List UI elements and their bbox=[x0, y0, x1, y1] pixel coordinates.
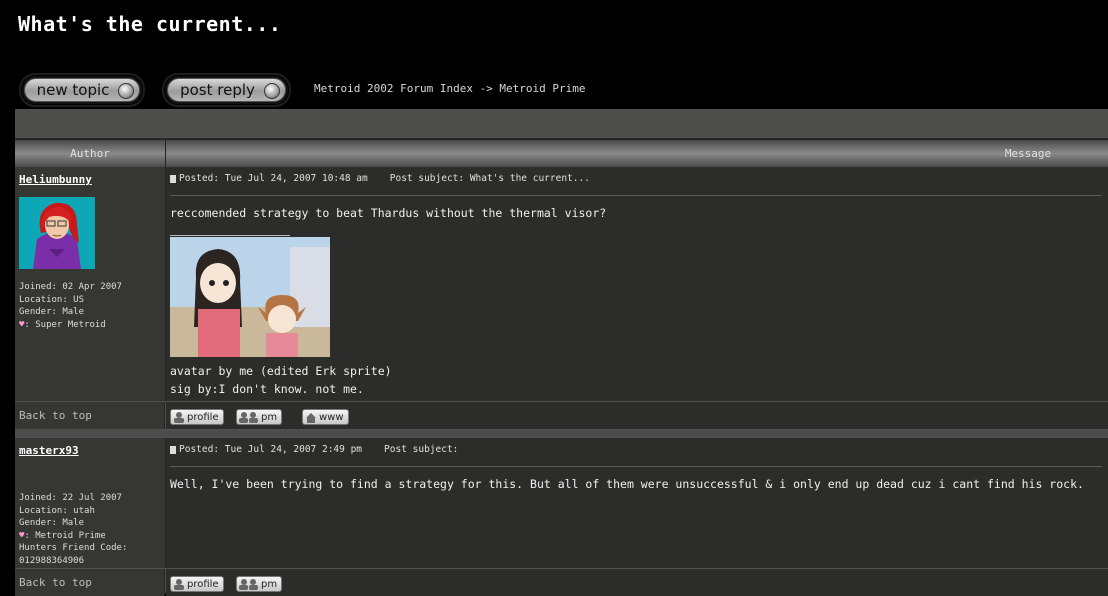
back-to-top-link[interactable]: Back to top bbox=[15, 402, 165, 429]
signature-line-1: avatar by me (edited Erk sprite) bbox=[170, 364, 392, 378]
www-button[interactable]: www bbox=[302, 409, 349, 425]
gender: Gender: Male bbox=[19, 307, 85, 317]
location: Location: US bbox=[19, 294, 85, 305]
gender: Gender: Male bbox=[19, 518, 85, 528]
signature-line-2: sig by:I don't know. not me. bbox=[170, 382, 364, 396]
pm-icon bbox=[239, 578, 259, 590]
profile-info: Joined: 22 Jul 2007 Location: utah Gende… bbox=[19, 492, 127, 567]
profile-icon bbox=[173, 411, 185, 423]
signature-divider bbox=[170, 235, 290, 236]
message-cell: Posted: Tue Jul 24, 2007 10:48 am Post su… bbox=[166, 167, 1108, 401]
posted-date: Posted: Tue Jul 24, 2007 2:49 pm bbox=[179, 444, 363, 455]
post-body: Well, I've been trying to find a strateg… bbox=[170, 477, 1084, 491]
post-reply-button[interactable]: post reply bbox=[162, 73, 291, 107]
post-meta: Posted: Tue Jul 24, 2007 2:49 pm Post sub… bbox=[170, 444, 1102, 467]
post-subject: Post subject: bbox=[384, 444, 459, 455]
new-topic-button[interactable]: new topic bbox=[19, 73, 145, 107]
joined-date: Joined: 02 Apr 2007 bbox=[19, 282, 122, 292]
post-1: Heliumbunny Joined: 02 Apr 2007 Location… bbox=[15, 167, 1108, 401]
pm-button[interactable]: pm bbox=[236, 576, 283, 592]
signature-image bbox=[170, 237, 330, 357]
post-action-buttons: profile pm bbox=[166, 569, 1108, 596]
joined-date: Joined: 22 Jul 2007 bbox=[19, 493, 122, 503]
topic-table-topbar bbox=[15, 109, 1108, 139]
post-body: reccomended strategy to beat Thardus wit… bbox=[170, 206, 607, 220]
post-subject: Post subject: What's the current... bbox=[389, 173, 590, 184]
post-meta: Posted: Tue Jul 24, 2007 10:48 am Post su… bbox=[170, 173, 1102, 196]
pm-button-label: pm bbox=[261, 578, 278, 590]
button-knob-icon bbox=[118, 83, 134, 99]
post-1-footer: Back to top profile pm www bbox=[15, 402, 1108, 429]
profile-button-label: profile bbox=[187, 578, 219, 590]
pm-icon bbox=[239, 411, 259, 423]
message-column-header: Message bbox=[1004, 147, 1052, 160]
back-to-top-link[interactable]: Back to top bbox=[15, 569, 165, 596]
author-cell: masterx93 Joined: 22 Jul 2007 Location: … bbox=[15, 438, 166, 568]
post-2: masterx93 Joined: 22 Jul 2007 Location: … bbox=[15, 438, 1108, 568]
topic-table: Author Message Heliumbunny Joined: 02 Ap… bbox=[15, 109, 1108, 596]
table-header: Author Message bbox=[15, 139, 1108, 168]
profile-button[interactable]: profile bbox=[170, 576, 224, 592]
pm-button[interactable]: pm bbox=[236, 409, 283, 425]
user-avatar bbox=[19, 197, 95, 269]
friend-code: 012988364906 bbox=[19, 555, 85, 566]
favorite-game: ♥: Metroid Prime bbox=[19, 530, 127, 543]
profile-icon bbox=[173, 578, 185, 590]
button-knob-icon bbox=[264, 83, 280, 99]
www-icon bbox=[305, 412, 317, 423]
username-link[interactable]: masterx93 bbox=[19, 444, 79, 457]
favorite-game: ♥: Super Metroid bbox=[19, 319, 122, 332]
breadcrumb-link[interactable]: Metroid 2002 Forum Index -> Metroid Prim… bbox=[314, 82, 586, 95]
favorite-game-text: : Metroid Prime bbox=[24, 530, 106, 541]
profile-info: Joined: 02 Apr 2007 Location: US Gender:… bbox=[19, 281, 122, 331]
friend-code-label: Hunters Friend Code: bbox=[19, 543, 128, 553]
post-doc-icon bbox=[170, 174, 176, 183]
message-cell: Posted: Tue Jul 24, 2007 2:49 pm Post sub… bbox=[166, 438, 1108, 568]
author-cell: Heliumbunny Joined: 02 Apr 2007 Location… bbox=[15, 167, 166, 401]
pm-button-label: pm bbox=[261, 411, 278, 423]
post-2-footer: Back to top profile pm bbox=[15, 569, 1108, 596]
www-button-label: www bbox=[319, 411, 344, 423]
username-link[interactable]: Heliumbunny bbox=[19, 173, 92, 186]
favorite-game-text: : Super Metroid bbox=[24, 319, 106, 330]
posted-date: Posted: Tue Jul 24, 2007 10:48 am bbox=[179, 173, 368, 184]
author-column-header: Author bbox=[15, 140, 166, 167]
post-action-buttons: profile pm www bbox=[166, 402, 1108, 429]
location: Location: utah bbox=[19, 505, 95, 516]
post-separator bbox=[15, 430, 1108, 437]
profile-button[interactable]: profile bbox=[170, 409, 224, 425]
profile-button-label: profile bbox=[187, 411, 219, 423]
breadcrumb: Metroid 2002 Forum Index -> Metroid Prim… bbox=[314, 82, 586, 95]
post-doc-icon bbox=[170, 445, 176, 454]
page-title: What's the current... bbox=[18, 12, 282, 36]
